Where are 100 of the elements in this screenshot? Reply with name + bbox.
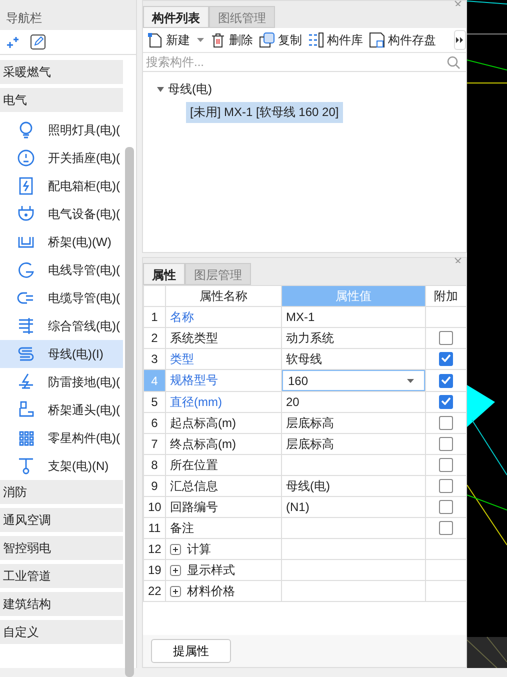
nav-category[interactable]: 消防 bbox=[0, 480, 123, 504]
add-icon bbox=[6, 35, 20, 49]
double-arrow-icon bbox=[456, 36, 464, 44]
search-field[interactable]: 搜索构件... bbox=[146, 55, 447, 69]
property-name: 所在位置 bbox=[166, 454, 282, 476]
row-number: 4 bbox=[144, 370, 166, 392]
nav-item[interactable]: 支架(电)(N) bbox=[0, 452, 123, 480]
toolbar-button[interactable]: 删除 bbox=[210, 32, 253, 48]
row-number: 1 bbox=[144, 306, 166, 328]
nav-item[interactable]: 配电箱柜(电)( bbox=[0, 172, 123, 200]
property-name: 规格型号 bbox=[166, 370, 282, 392]
plug-icon bbox=[17, 205, 35, 223]
checkbox[interactable] bbox=[439, 521, 453, 536]
property-name: 终点标高(m) bbox=[166, 434, 282, 454]
expand-icon[interactable] bbox=[170, 544, 181, 554]
property-value: 层底标高 bbox=[282, 434, 426, 454]
property-name: 系统类型 bbox=[166, 328, 282, 348]
nav-category[interactable]: 通风空调 bbox=[0, 508, 123, 532]
property-name: 类型 bbox=[166, 348, 282, 370]
property-name: 汇总信息 bbox=[166, 476, 282, 496]
expand-icon[interactable] bbox=[170, 564, 181, 576]
property-name: 名称 bbox=[166, 306, 282, 328]
checkbox[interactable] bbox=[439, 500, 453, 514]
checkbox[interactable] bbox=[439, 458, 453, 472]
checkbox[interactable] bbox=[439, 395, 453, 410]
nav-item[interactable]: 零星构件(电)( bbox=[0, 424, 123, 452]
nav-category[interactable]: 建筑结构 bbox=[0, 592, 123, 616]
panel-icon bbox=[17, 177, 35, 195]
nav-category[interactable]: 工业管道 bbox=[0, 564, 123, 588]
close-icon bbox=[454, 256, 462, 264]
bracket-icon bbox=[17, 457, 35, 475]
property-value: 层底标高 bbox=[282, 412, 426, 434]
nav-category[interactable]: 采暖燃气 bbox=[0, 60, 123, 84]
nav-item[interactable]: 母线(电)(I) bbox=[0, 340, 123, 368]
nav-category[interactable]: 自定义 bbox=[0, 620, 123, 644]
property-value: 20 bbox=[282, 392, 426, 412]
nav-item[interactable]: 开关插座(电)( bbox=[0, 144, 123, 172]
checkbox[interactable] bbox=[439, 416, 453, 430]
row-number: 10 bbox=[144, 496, 166, 518]
nav-item[interactable]: 综合管线(电)( bbox=[0, 312, 123, 340]
save-icon bbox=[369, 32, 385, 48]
fitting-icon bbox=[17, 401, 35, 419]
property-value: MX-1 bbox=[282, 306, 426, 328]
checkbox[interactable] bbox=[439, 331, 453, 346]
nav-item[interactable]: 电气设备(电)( bbox=[0, 200, 123, 228]
property-name: 回路编号 bbox=[166, 496, 282, 518]
property-name: 起点标高(m) bbox=[166, 412, 282, 434]
property-value: 母线(电) bbox=[282, 476, 426, 496]
nav-item[interactable]: 防雷接地(电)( bbox=[0, 368, 123, 396]
grid-icon bbox=[17, 429, 35, 447]
checkbox[interactable] bbox=[439, 437, 453, 452]
tree-node[interactable]: 母线(电) bbox=[168, 80, 212, 98]
scrollbar-thumb[interactable] bbox=[125, 147, 134, 677]
expand-icon[interactable] bbox=[170, 586, 181, 596]
row-number: 2 bbox=[144, 328, 166, 348]
conduit-icon bbox=[17, 261, 35, 279]
nav-item[interactable]: 桥架(电)(W) bbox=[0, 228, 123, 256]
column-header: 属性值 bbox=[282, 286, 426, 306]
more-button[interactable] bbox=[454, 30, 466, 50]
bulb-icon bbox=[17, 121, 35, 139]
row-number: 8 bbox=[144, 454, 166, 476]
column-header: 属性名称 bbox=[166, 286, 282, 306]
row-number: 11 bbox=[144, 518, 166, 538]
nav-item[interactable]: 桥架通头(电)( bbox=[0, 396, 123, 424]
caret-icon bbox=[407, 378, 414, 382]
checkbox[interactable] bbox=[439, 479, 453, 494]
property-name: 备注 bbox=[166, 518, 282, 538]
nav-item[interactable]: 电线导管(电)( bbox=[0, 256, 123, 284]
toolbar-button[interactable]: 新建 bbox=[147, 32, 204, 48]
value-dropdown[interactable]: 160 bbox=[282, 370, 425, 391]
group-name: 材料价格 bbox=[187, 582, 235, 600]
row-number: 12 bbox=[144, 538, 166, 560]
socket-icon bbox=[17, 149, 35, 167]
property-name: 直径(mm) bbox=[166, 392, 282, 412]
trash-icon bbox=[210, 32, 226, 48]
lightning-icon bbox=[17, 373, 35, 391]
toolbar-button[interactable]: 复制 bbox=[259, 32, 302, 48]
tab[interactable]: 构件列表 bbox=[143, 6, 209, 28]
toolbar-button[interactable]: 构件库 bbox=[308, 32, 363, 48]
pipes-icon bbox=[17, 317, 35, 335]
busbar-icon bbox=[17, 345, 35, 363]
library-icon bbox=[308, 32, 324, 48]
row-number: 19 bbox=[144, 560, 166, 580]
copy-icon bbox=[259, 32, 275, 48]
tab[interactable]: 属性 bbox=[143, 263, 185, 285]
nav-item[interactable]: 照明灯具(电)( bbox=[0, 116, 123, 144]
close-icon bbox=[454, 0, 462, 8]
nav-category[interactable]: 智控弱电 bbox=[0, 536, 123, 560]
row-number: 6 bbox=[144, 412, 166, 434]
toolbar-button[interactable]: 构件存盘 bbox=[369, 32, 436, 48]
edit-icon bbox=[30, 34, 46, 50]
tree-item[interactable]: [未用] MX-1 [软母线 160 20] bbox=[186, 102, 343, 122]
nav-item[interactable]: 电缆导管(电)( bbox=[0, 284, 123, 312]
extract-button[interactable]: 提属性 bbox=[151, 639, 231, 663]
checkbox[interactable] bbox=[439, 352, 453, 366]
nav-category[interactable]: 电气 bbox=[0, 88, 123, 112]
row-number: 7 bbox=[144, 434, 166, 454]
new-file-icon bbox=[147, 32, 163, 48]
checkbox[interactable] bbox=[439, 374, 453, 388]
panel-title: 导航栏 bbox=[6, 10, 42, 27]
